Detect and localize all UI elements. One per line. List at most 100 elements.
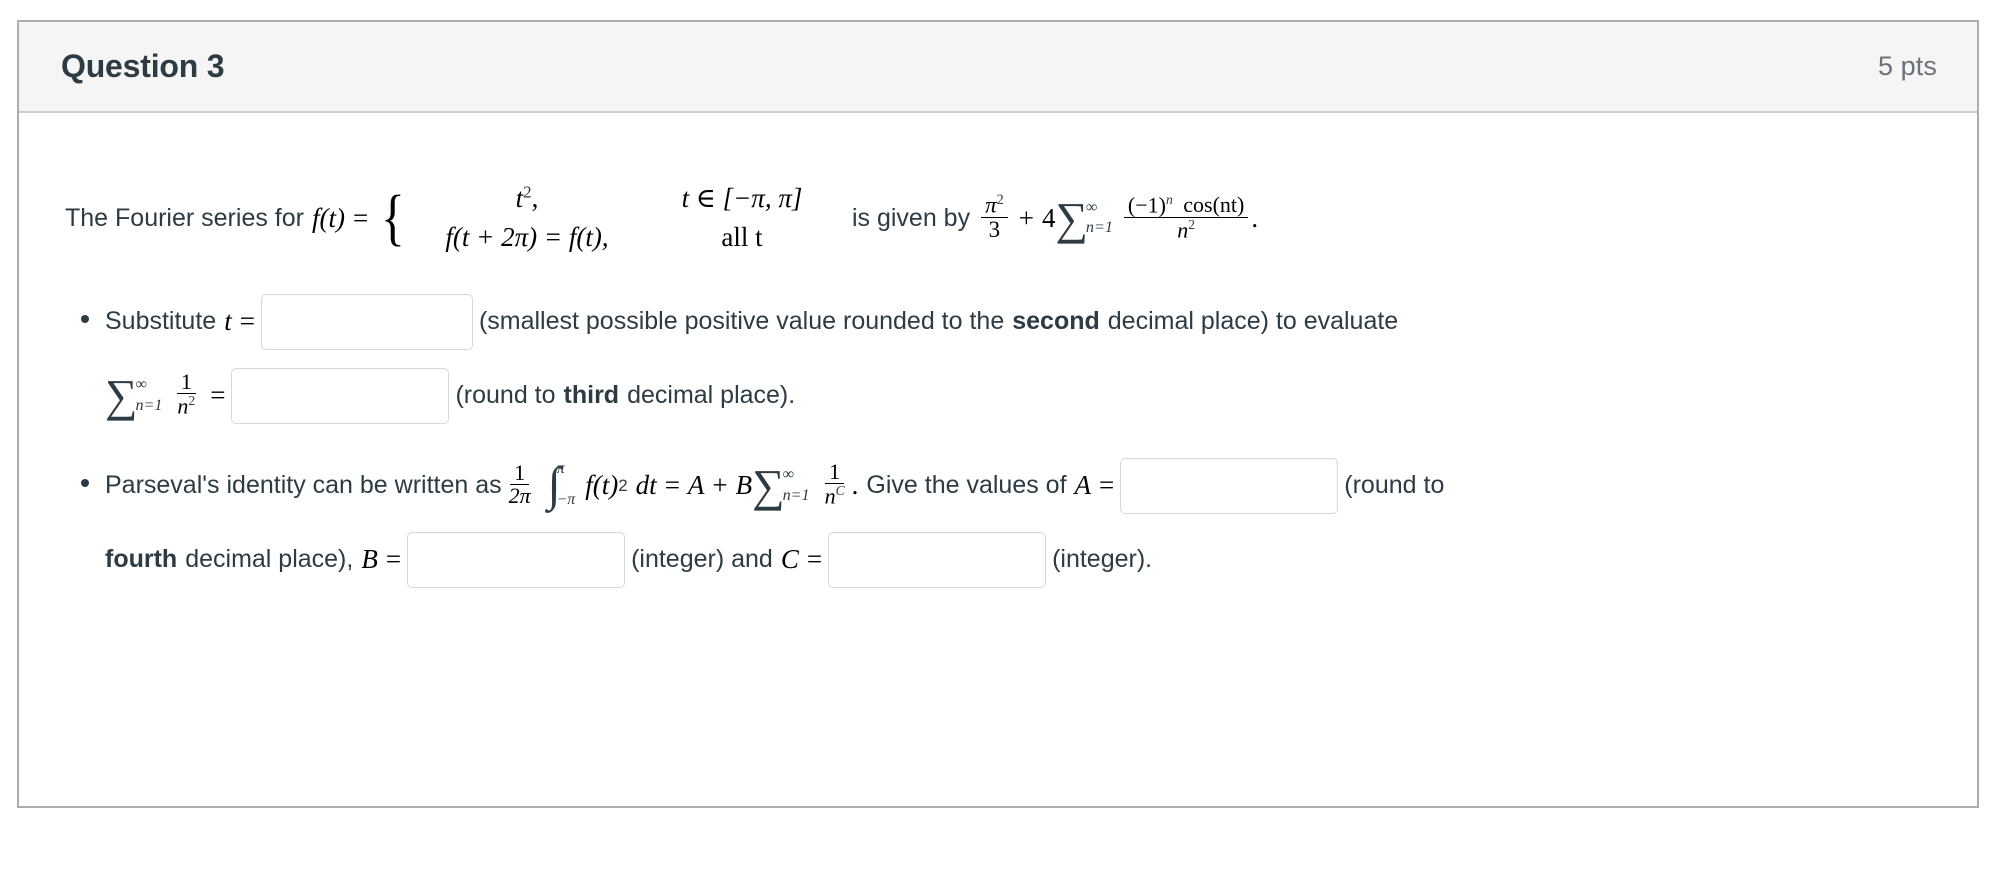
numerator-one: 1 <box>180 368 192 394</box>
function-notation: f(t) <box>311 203 345 234</box>
equals-sign: = <box>352 203 369 234</box>
summation-operator: ∑ ∞ n=1 <box>105 369 163 421</box>
case-1-exponent: 2 <box>523 182 532 202</box>
sum-upper-limit: ∞ <box>135 376 147 394</box>
differential-dt: dt <box>635 470 657 501</box>
constant-A: A <box>687 470 705 501</box>
sigma-icon: ∑ <box>105 369 138 421</box>
piecewise-definition: { t2, t ∈ [−π, π] f(t + 2π) = f(t), all … <box>378 179 842 258</box>
one-over-n-to-C: 1 nC <box>821 458 849 509</box>
equals-sign: = <box>806 544 823 575</box>
instruction-list: Substitute t = (smallest possible positi… <box>63 292 1933 590</box>
substitute-hint-b: decimal place) to evaluate <box>1107 307 1399 336</box>
variable-t: t <box>224 306 232 337</box>
round-hint-b: decimal place). <box>627 381 796 410</box>
numerator-one: 1 <box>829 458 841 484</box>
round-hint-a: (round to <box>1344 471 1445 500</box>
round-hint-b: decimal place), <box>185 545 354 574</box>
page-title: Question 3 <box>61 48 225 84</box>
denominator-two-pi: 2π <box>508 483 531 508</box>
given-by-text: is given by <box>851 204 971 233</box>
integral-operator: ∫ π −π <box>548 460 576 509</box>
input-C-value[interactable] <box>828 531 1047 588</box>
pi-exponent: 2 <box>996 191 1004 208</box>
case-1-comma: , <box>531 183 539 213</box>
integral-lower-limit: −π <box>556 490 576 508</box>
series-term-fraction: (−1)n cos(nt) n2 <box>1123 191 1249 243</box>
parseval-second-line: fourth decimal place), B = (integer) and… <box>105 530 1933 590</box>
input-sum-value[interactable] <box>231 367 450 424</box>
equals-sign: = <box>1099 470 1115 501</box>
sigma-icon: ∑ <box>752 459 785 511</box>
period-mark: . <box>851 470 859 501</box>
question-card: Question 3 5 pts The Fourier series for … <box>17 20 1979 808</box>
sum-lower-limit: n=1 <box>1085 219 1113 237</box>
label-B: B <box>361 544 378 575</box>
round-hint-a: (round to <box>455 381 556 410</box>
label-C: C <box>780 544 799 575</box>
integrand: f(t) <box>585 470 619 501</box>
case-2-condition: all t <box>721 222 763 253</box>
question-points: 5 pts <box>1877 51 1937 81</box>
integral-upper-limit: π <box>556 460 565 478</box>
denominator-n: n <box>1177 217 1189 243</box>
sum-upper-limit: ∞ <box>782 466 795 484</box>
question-header: Question 3 5 pts <box>19 22 1977 113</box>
coefficient-four: 4 <box>1041 203 1056 234</box>
denominator-n: n <box>824 483 836 509</box>
list-item: Substitute t = (smallest possible positi… <box>63 292 1933 426</box>
sigma-icon: ∑ <box>1055 192 1088 244</box>
equals-sign: = <box>664 470 680 501</box>
constant-B: B <box>735 470 753 501</box>
cosine-term: cos(nt) <box>1183 192 1245 218</box>
emphasis-fourth: fourth <box>105 545 178 574</box>
parseval-label: Parseval's identity can be written as <box>105 471 502 500</box>
parseval-identity-line: Parseval's identity can be written as 1 … <box>105 456 1933 516</box>
list-item: Parseval's identity can be written as 1 … <box>63 456 1933 590</box>
integer-hint-2: (integer). <box>1052 545 1153 574</box>
numerator-one: 1 <box>514 459 526 485</box>
left-brace-icon: { <box>381 183 405 252</box>
give-values-text: Give the values of <box>866 471 1067 500</box>
substitute-line: Substitute t = (smallest possible positi… <box>105 292 1933 352</box>
case-1-value: t <box>515 183 524 213</box>
sum-evaluation-line: ∑ ∞ n=1 1 n2 = (round to third decimal pla… <box>105 366 1933 426</box>
sum-lower-limit: n=1 <box>782 486 810 504</box>
lead-text: The Fourier series for <box>65 204 304 233</box>
summation-operator: ∑ ∞ n=1 <box>1055 192 1113 244</box>
substitute-hint-a: (smallest possible positive value rounde… <box>478 307 1005 336</box>
label-A: A <box>1074 470 1092 501</box>
denominator-exponent: 2 <box>188 393 196 409</box>
question-body: The Fourier series for f(t) = { t2, t ∈ … <box>19 113 1977 590</box>
denominator-n-exponent: 2 <box>1188 216 1196 232</box>
sum-lower-limit: n=1 <box>135 396 163 414</box>
equals-sign: = <box>210 380 226 411</box>
one-over-two-pi: 1 2π <box>505 459 535 508</box>
integer-hint-1: (integer) and <box>631 545 773 574</box>
input-A-value[interactable] <box>1120 457 1339 514</box>
equals-sign: = <box>385 544 402 575</box>
sum-upper-limit: ∞ <box>1085 198 1098 216</box>
case-2-value: f(t + 2π) = f(t), <box>445 222 609 253</box>
input-t-value[interactable] <box>260 293 473 350</box>
input-B-value[interactable] <box>407 531 626 588</box>
one-over-n-squared: 1 n2 <box>173 368 199 419</box>
emphasis-second: second <box>1012 307 1100 336</box>
summation-operator: ∑ ∞ n=1 <box>752 459 810 511</box>
plus-sign: + <box>712 470 728 501</box>
plus-sign: + <box>1018 203 1034 234</box>
neg-one-exponent: n <box>1165 191 1173 207</box>
substitute-label: Substitute <box>105 307 217 336</box>
period-mark: . <box>1251 203 1259 234</box>
emphasis-third: third <box>563 381 620 410</box>
pi-symbol: π <box>985 192 997 218</box>
equals-sign: = <box>239 306 255 337</box>
case-1-condition: t ∈ [−π, π] <box>681 183 803 213</box>
neg-one-base: (−1) <box>1127 192 1166 218</box>
integrand-exponent: 2 <box>618 475 628 495</box>
denominator-three: 3 <box>988 217 1001 243</box>
pi-squared-over-three: π2 3 <box>981 193 1008 242</box>
denominator-n: n <box>177 393 189 419</box>
fourier-series-statement: The Fourier series for f(t) = { t2, t ∈ … <box>65 179 1933 258</box>
denominator-exponent-C: C <box>835 483 845 499</box>
